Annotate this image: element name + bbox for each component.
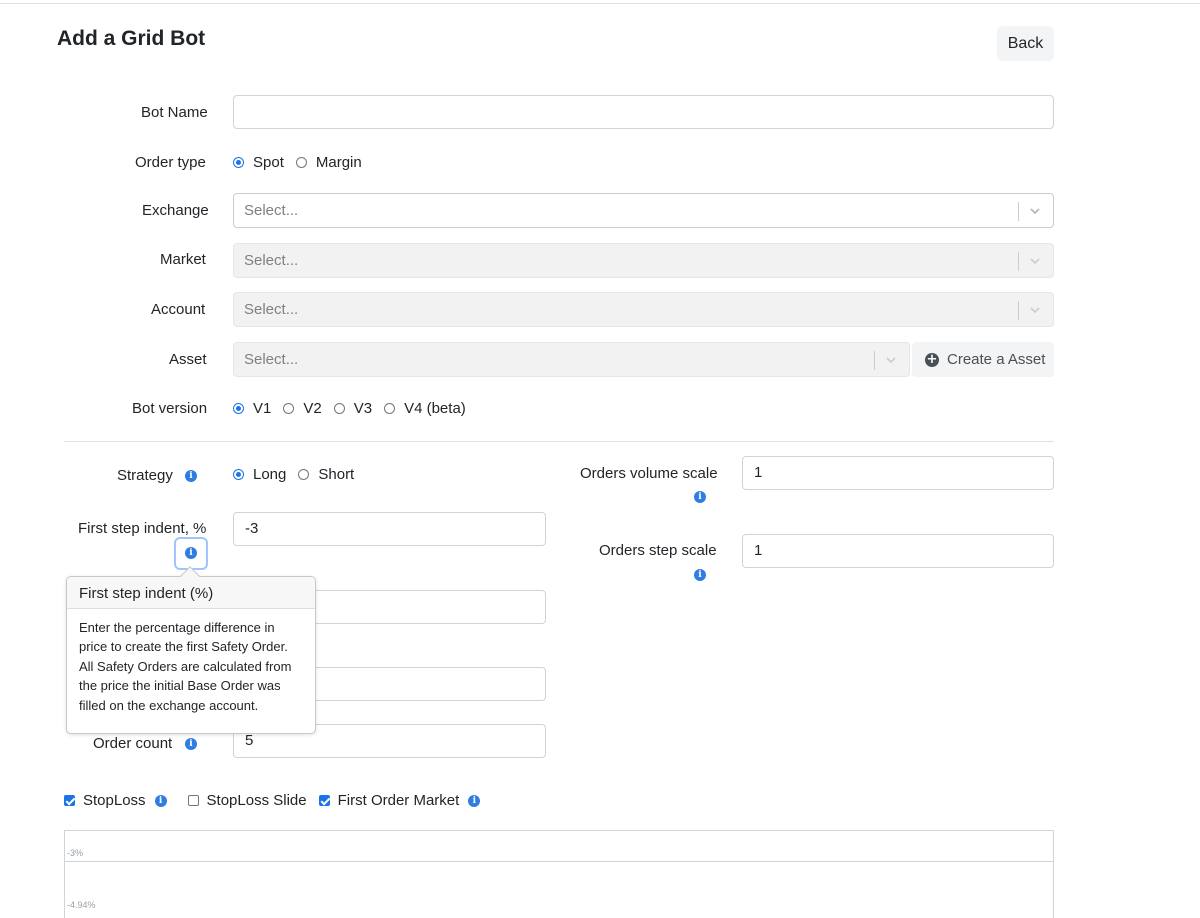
- order-type-radio-group: Spot Margin: [233, 154, 374, 171]
- popover-header: First step indent (%): [67, 566, 315, 609]
- grid-level-row: -4.94%: [64, 861, 1054, 918]
- radio-v1[interactable]: [233, 403, 244, 414]
- back-button[interactable]: Back: [997, 26, 1054, 61]
- first-step-indent-input[interactable]: -3: [233, 512, 546, 546]
- strategy-long[interactable]: Long: [233, 466, 286, 483]
- info-icon[interactable]: i: [185, 547, 197, 559]
- market-placeholder: Select...: [244, 252, 299, 269]
- top-divider: [0, 3, 1200, 4]
- order-type-margin[interactable]: Margin: [295, 154, 362, 171]
- section-divider: [64, 441, 1054, 442]
- info-icon[interactable]: i: [154, 794, 167, 807]
- stoploss-slide-label: StopLoss Slide: [206, 792, 307, 809]
- radio-spot[interactable]: [233, 157, 244, 168]
- info-icon[interactable]: i: [694, 491, 706, 503]
- chevron-down-icon[interactable]: [885, 354, 897, 366]
- radio-margin[interactable]: [295, 157, 307, 168]
- page-title: Add a Grid Bot: [57, 27, 206, 50]
- account-select[interactable]: Select...: [233, 292, 1054, 327]
- radio-v4[interactable]: [384, 403, 396, 414]
- grid-level-label: -4.94%: [67, 900, 96, 910]
- popover-body: Enter the percentage difference in price…: [79, 620, 292, 713]
- exchange-label: Exchange: [142, 202, 209, 219]
- create-asset-button[interactable]: + Create a Asset: [912, 342, 1054, 377]
- grid-level-label: -3%: [67, 848, 84, 858]
- first-step-indent-popover: First step indent (%) Enter the percenta…: [66, 566, 316, 734]
- asset-label: Asset: [169, 351, 207, 368]
- select-separator: [1018, 301, 1019, 320]
- chevron-down-icon[interactable]: [1029, 255, 1041, 267]
- stoploss-checkbox[interactable]: [64, 795, 75, 806]
- create-asset-label: Create a Asset: [947, 351, 1046, 368]
- first-order-market-label: First Order Market: [337, 792, 460, 809]
- bot-name-label: Bot Name: [141, 104, 208, 121]
- market-label: Market: [160, 251, 206, 268]
- radio-v3[interactable]: [333, 403, 345, 414]
- plus-circle-icon: +: [925, 351, 939, 367]
- popover-title: First step indent (%): [79, 585, 214, 602]
- stoploss-slide-checkbox[interactable]: [187, 795, 199, 806]
- orders-step-scale-input[interactable]: 1: [742, 534, 1054, 568]
- bot-version-v3[interactable]: V3: [333, 400, 372, 417]
- orders-volume-scale-input[interactable]: 1: [742, 456, 1054, 490]
- bot-version-v1[interactable]: V1: [233, 400, 271, 417]
- stoploss-label: StopLoss: [83, 792, 146, 809]
- select-separator: [1018, 202, 1019, 221]
- select-separator: [1018, 252, 1019, 271]
- options-row: StopLoss i StopLoss Slide First Order Ma…: [64, 792, 481, 809]
- orders-step-scale-label: Orders step scale: [599, 542, 717, 559]
- asset-placeholder: Select...: [244, 351, 299, 368]
- strategy-short[interactable]: Short: [298, 466, 354, 483]
- order-count-label: Order count: [93, 735, 173, 752]
- account-placeholder: Select...: [244, 301, 299, 318]
- info-icon[interactable]: i: [468, 794, 481, 807]
- strategy-radio-group: Long Short: [233, 466, 366, 483]
- bot-version-v4[interactable]: V4 (beta): [384, 400, 466, 417]
- bot-version-radio-group: V1 V2 V3 V4 (beta): [233, 400, 478, 417]
- exchange-placeholder: Select...: [244, 202, 299, 219]
- account-label: Account: [151, 301, 206, 318]
- radio-short[interactable]: [298, 469, 310, 480]
- bot-version-v2[interactable]: V2: [283, 400, 322, 417]
- info-icon[interactable]: i: [185, 470, 197, 482]
- market-select[interactable]: Select...: [233, 243, 1054, 278]
- info-icon[interactable]: i: [185, 738, 197, 750]
- bot-name-input[interactable]: [233, 95, 1054, 129]
- select-separator: [874, 351, 875, 370]
- chevron-down-icon[interactable]: [1029, 205, 1041, 217]
- strategy-label: Strategy: [117, 467, 173, 484]
- asset-select[interactable]: Select...: [233, 342, 910, 377]
- orders-volume-scale-label: Orders volume scale: [580, 465, 718, 482]
- first-order-market-checkbox[interactable]: [318, 795, 330, 806]
- first-step-indent-label: First step indent, %: [78, 520, 207, 537]
- grid-level-row: -3%: [64, 830, 1054, 862]
- exchange-select[interactable]: Select...: [233, 193, 1054, 228]
- info-icon[interactable]: i: [694, 569, 706, 581]
- bot-version-label: Bot version: [132, 400, 208, 417]
- order-type-label: Order type: [135, 154, 206, 171]
- chevron-down-icon[interactable]: [1029, 304, 1041, 316]
- radio-v2[interactable]: [283, 403, 295, 414]
- radio-long[interactable]: [233, 469, 244, 480]
- order-type-spot[interactable]: Spot: [233, 154, 284, 171]
